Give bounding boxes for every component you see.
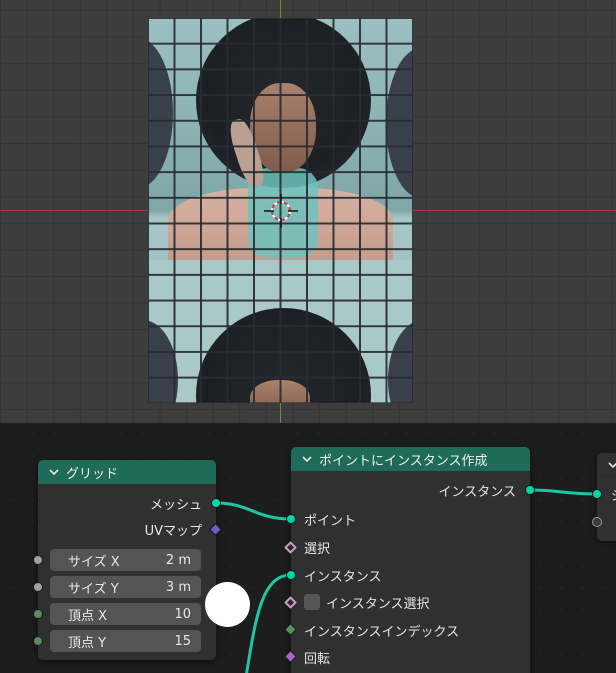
mouse-click-indicator [205, 582, 250, 627]
pick-instance-checkbox[interactable] [304, 594, 320, 610]
rotation-input-label: 回転 [304, 651, 331, 667]
points-input-socket[interactable] [286, 514, 296, 524]
instance-input-socket[interactable] [286, 570, 296, 580]
link-instance-in [245, 573, 292, 673]
geometry-input-socket[interactable] [592, 489, 602, 499]
grid-node-title: グリッド [66, 466, 119, 482]
right-node-input-label: ジ [611, 483, 616, 505]
selection-input-socket[interactable] [284, 541, 297, 554]
grid-node[interactable]: グリッド メッシュ UVマップ サイズ X 2 m サイズ Y 3 m 頂点 X… [33, 460, 222, 660]
vertices-y-field[interactable]: 頂点 Y 15 [50, 630, 201, 652]
instance-node-header[interactable]: ポイントにインスタンス作成 [291, 447, 530, 471]
instance-index-input-socket[interactable] [284, 623, 297, 636]
grid-node-header[interactable]: グリッド [38, 460, 216, 484]
right-node-partial[interactable]: ジ [592, 453, 616, 541]
3d-cursor-icon[interactable] [264, 194, 298, 228]
chevron-down-icon[interactable] [48, 466, 60, 478]
instances-output-socket[interactable] [525, 485, 535, 495]
instance-index-input-label: インスタンスインデックス [304, 624, 460, 640]
mesh-output-socket[interactable] [211, 498, 221, 508]
instance-node-title: ポイントにインスタンス作成 [319, 453, 488, 469]
grid-output-mesh: メッシュ [149, 497, 202, 513]
size-x-input-socket[interactable] [33, 555, 43, 565]
pick-instance-input-socket[interactable] [284, 596, 297, 609]
link-mesh-to-points [215, 501, 292, 521]
unlinked-input-socket[interactable] [592, 517, 602, 527]
vertices-x-input-socket[interactable] [33, 609, 43, 619]
uvmap-output-socket[interactable] [209, 523, 222, 536]
vertices-y-input-socket[interactable] [33, 636, 43, 646]
node-editor[interactable]: グリッド メッシュ UVマップ サイズ X 2 m サイズ Y 3 m 頂点 X… [0, 423, 616, 673]
vertices-x-field[interactable]: 頂点 X 10 [50, 603, 201, 625]
points-input-label: ポイント [304, 513, 357, 529]
3d-viewport[interactable] [0, 0, 616, 423]
link-instances-out [529, 488, 598, 496]
size-y-input-socket[interactable] [33, 582, 43, 592]
size-y-field[interactable]: サイズ Y 3 m [50, 576, 201, 598]
right-node-header[interactable] [597, 453, 616, 477]
instance-on-points-node[interactable]: ポイントにインスタンス作成 インスタンス ポイント 選択 インスタンス インスタ… [284, 447, 535, 673]
chevron-down-icon[interactable] [607, 459, 616, 471]
selection-input-label: 選択 [304, 541, 331, 557]
instance-input-label: インスタンス [304, 569, 382, 585]
pick-instance-row[interactable]: インスタンス選択 [304, 591, 429, 613]
size-x-field[interactable]: サイズ X 2 m [50, 549, 201, 571]
rotation-input-socket[interactable] [284, 650, 297, 663]
grid-output-uvmap: UVマップ [144, 523, 202, 539]
chevron-down-icon[interactable] [301, 453, 313, 465]
instance-output-label: インスタンス [438, 484, 516, 500]
